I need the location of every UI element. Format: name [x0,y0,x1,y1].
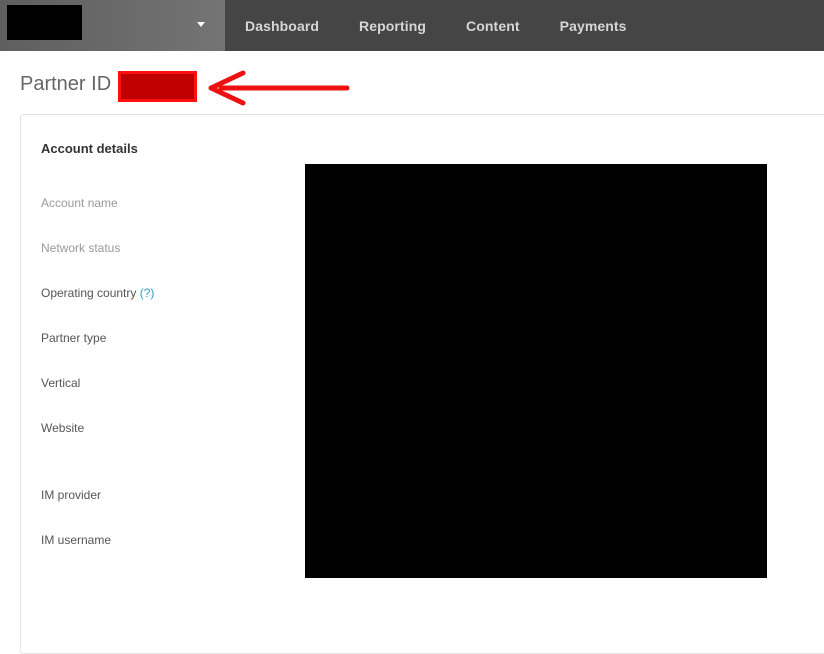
caret-down-icon[interactable] [197,22,205,27]
operating-country-help-link[interactable]: (?) [140,286,155,300]
nav-payments[interactable]: Payments [560,18,627,34]
top-navigation-bar: Dashboard Reporting Content Payments [0,0,824,51]
label-vertical: Vertical [41,376,81,390]
label-operating-country-text: Operating country [41,286,137,300]
label-im-provider: IM provider [41,488,102,502]
redacted-partner-id [118,71,197,102]
label-partner-type: Partner type [41,331,107,345]
page-title: Partner ID [20,73,112,95]
section-title: Account details [41,141,138,156]
label-account-name: Account name [41,196,118,210]
account-details-card: Account details Account name Network sta… [20,114,824,654]
nav-dashboard[interactable]: Dashboard [245,18,319,34]
account-switcher[interactable] [0,0,225,51]
redacted-account-logo [7,5,82,40]
main-nav: Dashboard Reporting Content Payments [225,0,667,51]
redacted-field-values [305,164,767,578]
nav-content[interactable]: Content [466,18,520,34]
label-im-username: IM username [41,533,112,547]
nav-reporting[interactable]: Reporting [359,18,426,34]
label-operating-country: Operating country (?) [41,286,154,300]
annotation-arrow-icon [208,70,350,106]
label-website: Website [41,421,85,435]
label-network-status: Network status [41,241,121,255]
